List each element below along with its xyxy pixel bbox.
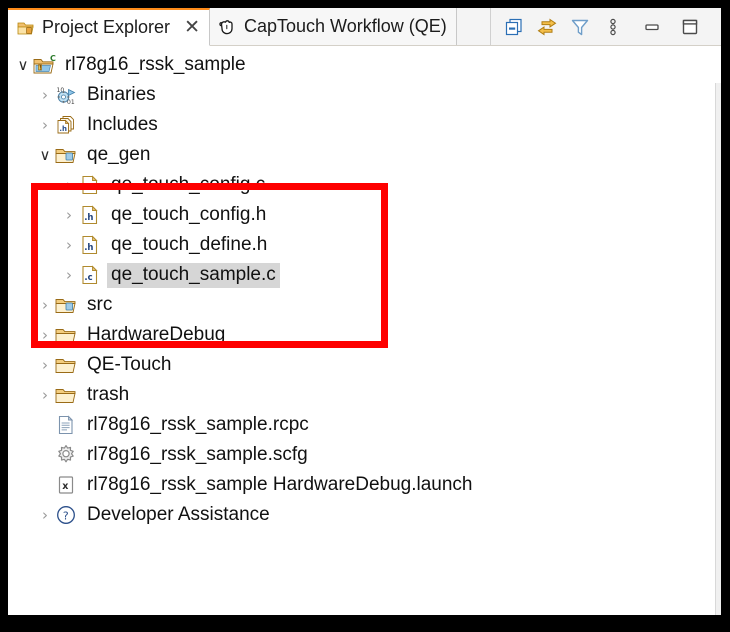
tree-item-label: qe_touch_config.h [111,203,267,225]
svg-text:.c: .c [84,273,92,283]
includes-icon: .h [57,116,74,134]
tree-item-label: rl78g16_rssk_sample.scfg [87,443,308,465]
tree-item-label: Includes [87,113,158,135]
close-icon[interactable]: ✕ [184,18,200,37]
chevron-down-icon[interactable]: ∨ [14,57,32,73]
tree-item[interactable]: rl78g16_rssk_sample.scfg [8,440,721,470]
chevron-right-icon[interactable]: › [36,507,54,523]
tree-item[interactable]: › trash [8,380,721,410]
tree-item-label: qe_touch_sample.c [107,262,280,288]
tree-item[interactable]: rl78g16_rssk_sample.rcpc [8,410,721,440]
chevron-right-icon[interactable]: › [60,207,78,223]
chevron-right-icon[interactable]: › [36,117,54,133]
svg-text:.h: .h [84,243,93,253]
minimize-icon[interactable] [641,16,663,38]
view-toolbar [490,8,721,45]
tree-item[interactable]: › HardwareDebug [8,320,721,350]
link-with-editor-icon[interactable] [536,16,558,38]
c-project-icon: C ! [33,54,56,74]
tree-item[interactable]: › 10 01 Binaries [8,80,721,110]
tree-item-label: HardwareDebug [87,323,226,345]
chevron-right-icon[interactable]: › [60,237,78,253]
project-explorer-view: Project Explorer ✕ CapTouch Workflow (QE… [8,8,721,615]
tree-item-label: QE-Touch [87,353,172,375]
project-tree[interactable]: ∨ C ! rl78g16_rssk_sample › 10 01 Binarie… [8,46,721,615]
tree-item-label: rl78g16_rssk_sample HardwareDebug.launch [87,473,473,495]
tree-item-label: trash [87,383,130,405]
captouch-hand-icon [218,17,238,37]
folder-icon [55,329,76,343]
chevron-right-icon[interactable]: › [36,357,54,373]
tree-item[interactable]: ∨ qe_gen [8,140,721,170]
tree-item[interactable]: ∨ C ! rl78g16_rssk_sample [8,50,721,80]
tree-item[interactable]: x rl78g16_rssk_sample HardwareDebug.laun… [8,470,721,500]
svg-text:C: C [50,54,56,63]
svg-text:.c: .c [84,183,92,193]
tree-item-label: Binaries [87,83,156,105]
h-file-icon: .h [82,205,98,225]
chevron-down-icon[interactable]: ∨ [36,147,54,163]
chevron-right-icon[interactable]: › [36,297,54,313]
c-file-icon: .c [82,265,98,285]
tab-project-explorer[interactable]: Project Explorer ✕ [8,8,210,46]
tree-item[interactable]: › .h qe_touch_config.h [8,200,721,230]
screenshot-frame: Project Explorer ✕ CapTouch Workflow (QE… [0,0,730,632]
c-file-icon: .c [82,175,98,195]
svg-text:?: ? [63,509,69,522]
view-tab-bar: Project Explorer ✕ CapTouch Workflow (QE… [8,8,721,46]
svg-text:x: x [62,481,68,492]
source-folder-icon [55,299,76,313]
project-explorer-icon [16,18,36,38]
chevron-right-icon[interactable]: › [60,267,78,283]
document-icon [58,415,74,435]
question-icon: ? [57,506,75,524]
tree-item-label: qe_touch_define.h [111,233,268,255]
svg-text:.h: .h [84,213,93,223]
window-buttons [635,16,711,38]
tree-item[interactable]: › .h qe_touch_define.h [8,230,721,260]
launch-icon: x [58,476,74,494]
tree-item-label: rl78g16_rssk_sample.rcpc [87,413,309,435]
tree-item-label: qe_gen [87,143,151,165]
tree-item-label: Developer Assistance [87,503,270,525]
tree-item[interactable]: › ? Developer Assistance [8,500,721,530]
source-folder-icon [55,149,76,163]
binaries-icon: 10 01 [57,87,76,106]
tab-captouch-workflow[interactable]: CapTouch Workflow (QE) [209,8,457,45]
vertical-scrollbar[interactable] [715,83,721,615]
tree-item[interactable]: › .h Includes [8,110,721,140]
tree-item-label: src [87,293,113,315]
tree-item-label: qe_touch_config.c [111,173,266,195]
maximize-icon[interactable] [679,16,701,38]
tab-project-explorer-label: Project Explorer [42,17,171,37]
chevron-right-icon[interactable]: › [36,387,54,403]
tab-captouch-workflow-label: CapTouch Workflow (QE) [243,16,447,36]
tree-item[interactable]: › .c qe_touch_config.c [8,170,721,200]
svg-text:!: ! [39,64,42,72]
tree-area: ∨ C ! rl78g16_rssk_sample › 10 01 Binarie… [8,46,721,615]
chevron-right-icon[interactable]: › [36,327,54,343]
folder-icon [55,389,76,403]
tree-item-label: rl78g16_rssk_sample [65,53,246,75]
tree-item[interactable]: › src [8,290,721,320]
filter-icon[interactable] [569,16,591,38]
view-menu-icon[interactable] [602,16,624,38]
svg-text:.h: .h [59,125,67,133]
folder-icon [55,359,76,373]
collapse-all-icon[interactable] [503,16,525,38]
h-file-icon: .h [82,235,98,255]
gear-icon [58,445,74,463]
chevron-right-icon[interactable]: › [60,177,78,193]
chevron-right-icon[interactable]: › [36,87,54,103]
tree-item[interactable]: › QE-Touch [8,350,721,380]
tree-item[interactable]: › .c qe_touch_sample.c [8,260,721,290]
